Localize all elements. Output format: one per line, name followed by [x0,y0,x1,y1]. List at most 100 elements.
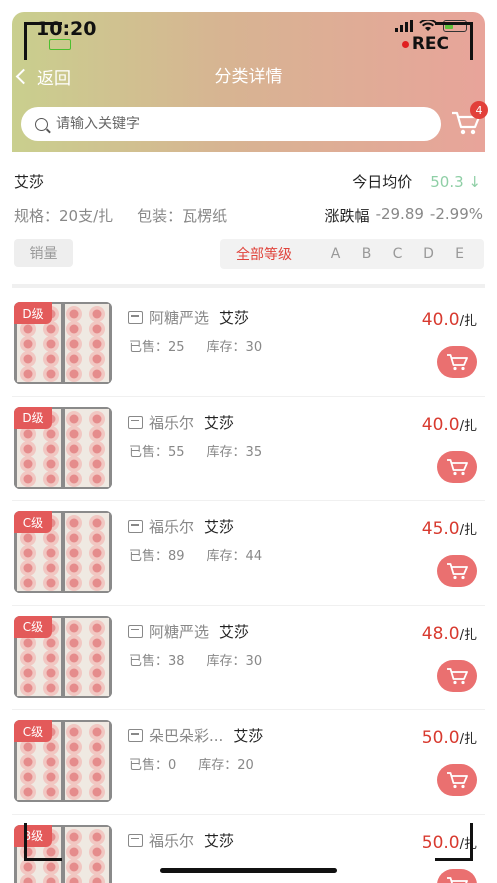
shop-icon [128,833,143,847]
variety-name: 艾莎 [204,518,235,536]
cart-icon [447,876,468,883]
search-icon [35,117,48,131]
list-item[interactable]: C级 朵巴朵彩... 艾莎 已售：0 库存：20 50.0 /扎 [12,710,485,815]
grade-tab-e[interactable]: E [444,246,475,262]
record-dot-icon [401,40,409,48]
add-to-cart-button[interactable] [437,764,477,796]
grade-badge: C级 [14,720,52,742]
item-stats: 已售：55 库存：35 [129,441,262,460]
shop-info: 阿糖严选 艾莎 [128,307,249,328]
change-abs: -29.89 [375,205,424,223]
list-item[interactable]: D级 阿糖严选 艾莎 已售：25 库存：30 40.0 /扎 [12,292,485,397]
grade-tab-b[interactable]: B [351,246,382,262]
cart-icon [447,354,468,371]
divider [12,284,485,288]
variety-name: 艾莎 [219,622,250,641]
spec-label: 规格：20支/扎 [14,207,114,225]
item-stats: 已售：38 库存：30 [129,650,262,669]
average-price: 今日均价 50.3 ↓ [352,171,481,192]
list-item[interactable]: C级 福乐尔 艾莎 已售：89 库存：44 45.0 /扎 [12,501,485,606]
shop-name[interactable]: 朵巴朵彩... [149,725,223,746]
sold-count: 已售：38 [129,653,185,669]
item-stats: 已售：0 库存：20 [129,754,254,773]
home-indicator[interactable] [160,868,337,873]
price-unit: /扎 [459,418,477,434]
item-price: 50.0 /扎 [422,728,477,748]
grade-filter: 全部等级 A B C D E [220,239,484,269]
shop-name[interactable]: 福乐尔 [149,412,194,433]
item-price: 48.0 /扎 [422,624,477,644]
cart-icon [447,667,468,684]
shop-name[interactable]: 阿糖严选 [149,621,209,642]
avg-price-value: 50.3 ↓ [430,173,481,191]
stock-count: 库存：20 [198,758,254,773]
shop-info: 福乐尔 艾莎 [128,412,234,433]
variety-name: 艾莎 [204,413,235,432]
package-label: 包装：瓦楞纸 [137,207,228,225]
price-unit: /扎 [459,627,477,643]
sold-count: 已售：89 [129,549,185,564]
price-change: 涨跌幅 -29.89 -2.99% [325,205,483,226]
item-stats: 已售：25 库存：30 [129,336,262,355]
list-item[interactable]: D级 福乐尔 艾莎 已售：55 库存：35 40.0 /扎 [12,397,485,501]
price-value: 45.0 [421,519,460,539]
price-unit: /扎 [459,314,477,329]
shop-info: 福乐尔 艾莎 [128,830,234,851]
grade-tab-c[interactable]: C [382,246,413,262]
avg-price-label: 今日均价 [352,173,413,191]
add-to-cart-button[interactable] [437,555,477,587]
cart-icon [447,563,468,580]
search-bar[interactable] [21,107,441,141]
shop-info: 朵巴朵彩... 艾莎 [128,725,263,746]
stock-count: 库存：35 [206,444,263,460]
stock-count: 库存：30 [206,340,263,355]
grade-badge: D级 [14,406,52,429]
grade-tab-d[interactable]: D [413,246,444,262]
list-item[interactable]: C级 阿糖严选 艾莎 已售：38 库存：30 48.0 /扎 [12,606,485,710]
product-list: D级 阿糖严选 艾莎 已售：25 库存：30 40.0 /扎 D级 福乐尔 艾莎… [12,292,485,883]
sort-sales-button[interactable]: 销量 [14,239,73,267]
shop-icon [128,415,143,429]
grade-badge: D级 [14,302,52,324]
sold-count: 已售：0 [129,758,177,773]
filter-bar: 销量 全部等级 A B C D E [14,239,484,269]
variety-name: 艾莎 [219,309,250,327]
cart-badge: 4 [470,101,488,119]
avg-price-number: 50.3 [430,172,464,191]
sold-count: 已售：25 [129,340,185,355]
grade-tab-a[interactable]: A [320,246,351,262]
grade-badge: C级 [14,615,52,638]
product-name: 艾莎 [14,173,45,191]
corner-bracket [24,823,62,861]
stock-count: 库存：30 [206,653,263,669]
item-price: 40.0 /扎 [422,415,477,435]
price-value: 50.0 [421,728,460,748]
change-pct: -2.99% [429,205,483,223]
spec-row: 规格：20支/扎 包装：瓦楞纸 [14,205,227,226]
price-unit: /扎 [459,732,477,747]
change-label: 涨跌幅 [324,207,370,225]
add-to-cart-button[interactable] [437,450,477,483]
shop-name[interactable]: 阿糖严选 [149,307,209,328]
app-screen: 10:20 REC 返回 分类详情 4 艾莎 今日均价 50.3 ↓ 规格：20… [0,0,497,883]
shop-icon [128,624,143,638]
add-to-cart-button[interactable] [437,868,477,883]
shop-icon [128,311,143,324]
add-to-cart-button[interactable] [437,346,477,378]
price-unit: /扎 [459,523,477,538]
variety-name: 艾莎 [204,831,235,850]
grade-tab-all[interactable]: 全部等级 [236,244,320,264]
corner-bracket [435,823,473,861]
price-value: 40.0 [421,310,460,330]
trend-down-icon: ↓ [468,172,481,191]
grade-badge: C级 [14,511,52,533]
shop-name[interactable]: 福乐尔 [149,516,194,537]
corner-bracket [435,22,473,60]
cart-icon [447,772,468,789]
shop-name[interactable]: 福乐尔 [149,830,194,851]
price-value: 48.0 [421,623,460,644]
add-to-cart-button[interactable] [437,659,477,692]
shop-icon [128,520,143,533]
price-value: 40.0 [421,414,460,435]
search-input[interactable] [56,116,416,132]
